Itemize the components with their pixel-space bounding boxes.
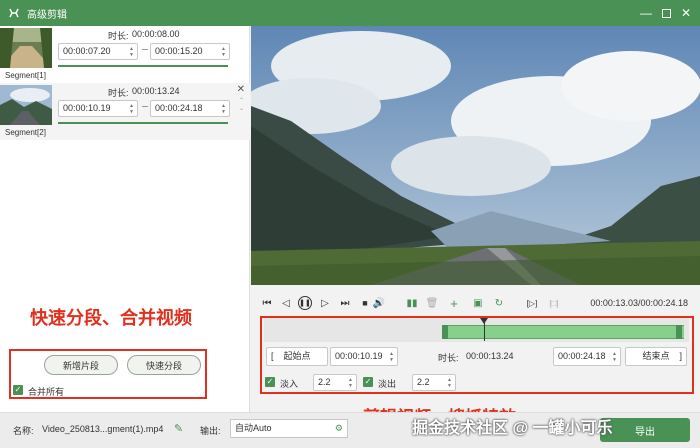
bracket-icon: ] [679, 351, 682, 361]
segment-start-value: 00:00:10.19 [63, 103, 111, 113]
window-title: 高级剪辑 [27, 9, 67, 21]
prev-frame-icon[interactable]: ◁ [280, 297, 292, 309]
quick-split-button[interactable]: 快速分段 [127, 355, 201, 375]
video-preview[interactable] [251, 26, 700, 285]
separator [142, 49, 148, 50]
segment-start-field[interactable]: 00:00:07.20 ▲ ▼ [58, 43, 138, 60]
playhead[interactable] [484, 321, 485, 341]
split-icon[interactable]: ▮▮ [406, 297, 418, 309]
segment-duration: 00:00:13.24 [132, 86, 180, 96]
merge-all-label: 合并所有 [28, 387, 65, 397]
fade-out-value: 2.2 [417, 377, 430, 387]
segment-thumbnail [0, 85, 52, 125]
segment-start-value: 00:00:07.20 [63, 46, 111, 56]
settings-icon[interactable]: ⚙ [335, 420, 343, 437]
name-label: 名称: [13, 426, 34, 436]
fade-out-checkbox[interactable]: ✓ [363, 377, 373, 387]
maximize-icon[interactable] [656, 3, 676, 23]
segment-start-field[interactable]: 00:00:10.19 ▲ ▼ [58, 100, 138, 117]
copy-icon[interactable]: ▣ [472, 297, 484, 309]
fade-in-field[interactable]: 2.2 ▲ ▼ [313, 374, 357, 391]
trim-duration: 00:00:13.24 [466, 351, 514, 361]
spinner-icon[interactable]: ▲ ▼ [387, 350, 396, 363]
app-logo-icon [7, 6, 21, 20]
spinner-icon[interactable]: ▲ ▼ [346, 376, 355, 389]
add-icon[interactable]: + [448, 296, 460, 311]
segment-name: Segment[2] [5, 128, 46, 137]
spinner-icon[interactable]: ▲ ▼ [610, 350, 619, 363]
segment-list-panel: Segment[1] 时长: 00:00:08.00 00:00:07.20 ▲… [0, 26, 250, 412]
fit-icon[interactable]: [□] [548, 297, 560, 309]
split-merge-annotation: 快速分段、合并视频 [30, 308, 192, 328]
duration-label: 时长: [108, 88, 129, 98]
move-down-icon[interactable]: ⌄ [239, 105, 244, 112]
volume-icon[interactable]: 🔊 [373, 297, 385, 309]
spinner-icon[interactable]: ▲ ▼ [219, 102, 228, 115]
next-frame-icon[interactable]: ▷ [319, 297, 331, 309]
spinner-icon[interactable]: ▲ ▼ [127, 102, 136, 115]
set-start-button[interactable]: [ 起始点 [266, 347, 328, 366]
timeline-selection[interactable] [445, 325, 684, 339]
segment-end-value: 00:00:24.18 [155, 103, 203, 113]
trim-start-handle[interactable] [442, 325, 448, 339]
time-readout: 00:00:13.03/00:00:24.18 [590, 298, 688, 308]
output-label: 输出: [200, 426, 221, 436]
export-label: 导出 [635, 426, 655, 438]
trim-start-field[interactable]: 00:00:10.19 ▲ ▼ [330, 347, 398, 366]
segment-item-1[interactable]: Segment[1] 时长: 00:00:08.00 00:00:07.20 ▲… [0, 26, 250, 83]
export-button[interactable]: 导出 [600, 418, 690, 442]
reset-icon[interactable]: ↻ [493, 297, 505, 309]
move-up-icon[interactable]: ⌃ [239, 97, 244, 104]
segment-end-field[interactable]: 00:00:24.18 ▲ ▼ [150, 100, 230, 117]
segment-progress-bar [58, 65, 228, 67]
trim-end-value: 00:00:24.18 [558, 351, 606, 361]
bracket-icon: [ [271, 351, 274, 361]
trim-end-field[interactable]: 00:00:24.18 ▲ ▼ [553, 347, 621, 366]
fade-in-checkbox[interactable]: ✓ [265, 377, 275, 387]
set-end-button[interactable]: 结束点 ] [625, 347, 687, 366]
delete-icon[interactable]: 🗑 [426, 297, 439, 309]
segment-end-field[interactable]: 00:00:15.20 ▲ ▼ [150, 43, 230, 60]
segment-thumbnail [0, 28, 52, 68]
separator [142, 106, 148, 107]
mark-in-out-icon[interactable]: [▷] [526, 297, 538, 309]
segment-item-2[interactable]: Segment[2] 时长: 00:00:13.24 00:00:10.19 ▲… [0, 83, 250, 140]
segment-end-value: 00:00:15.20 [155, 46, 203, 56]
pause-icon[interactable]: ❚❚ [298, 296, 312, 310]
fade-out-field[interactable]: 2.2 ▲ ▼ [412, 374, 456, 391]
minimize-icon[interactable]: — [636, 3, 656, 23]
add-segment-button[interactable]: 新增片段 [44, 355, 118, 375]
output-folder-value: 自动Auto [235, 423, 272, 433]
output-folder-field[interactable]: 自动Auto ⚙ [230, 419, 348, 438]
spinner-icon[interactable]: ▲ ▼ [445, 376, 454, 389]
stop-icon[interactable]: ■ [359, 297, 371, 309]
merge-all-checkbox[interactable]: ✓ [13, 385, 23, 395]
fade-in-value: 2.2 [318, 377, 331, 387]
spinner-icon[interactable]: ▲ ▼ [127, 45, 136, 58]
set-start-label: 起始点 [283, 351, 311, 361]
segment-duration: 00:00:08.00 [132, 29, 180, 39]
duration-label: 时长: [438, 353, 459, 363]
set-end-label: 结束点 [642, 351, 670, 361]
skip-end-icon[interactable]: ⏭ [339, 297, 351, 309]
output-filename: Video_250813...gment(1).mp4 [42, 424, 164, 434]
duration-label: 时长: [108, 31, 129, 41]
segment-name: Segment[1] [5, 71, 46, 80]
close-icon[interactable]: ✕ [676, 3, 696, 23]
spinner-icon[interactable]: ▲ ▼ [219, 45, 228, 58]
edit-icon[interactable]: ✎ [174, 422, 183, 435]
remove-segment-icon[interactable]: ✕ [237, 84, 245, 95]
watermark: 掘金技术社区 @ 一罐小可乐 [412, 420, 613, 437]
trim-end-handle[interactable] [676, 325, 682, 339]
segment-progress-bar [58, 122, 228, 124]
fade-in-label: 淡入 [280, 379, 299, 389]
title-bar: 高级剪辑 — ✕ [0, 0, 700, 26]
skip-start-icon[interactable]: ⏮ [261, 297, 273, 309]
trim-start-value: 00:00:10.19 [335, 351, 383, 361]
fade-out-label: 淡出 [378, 379, 397, 389]
